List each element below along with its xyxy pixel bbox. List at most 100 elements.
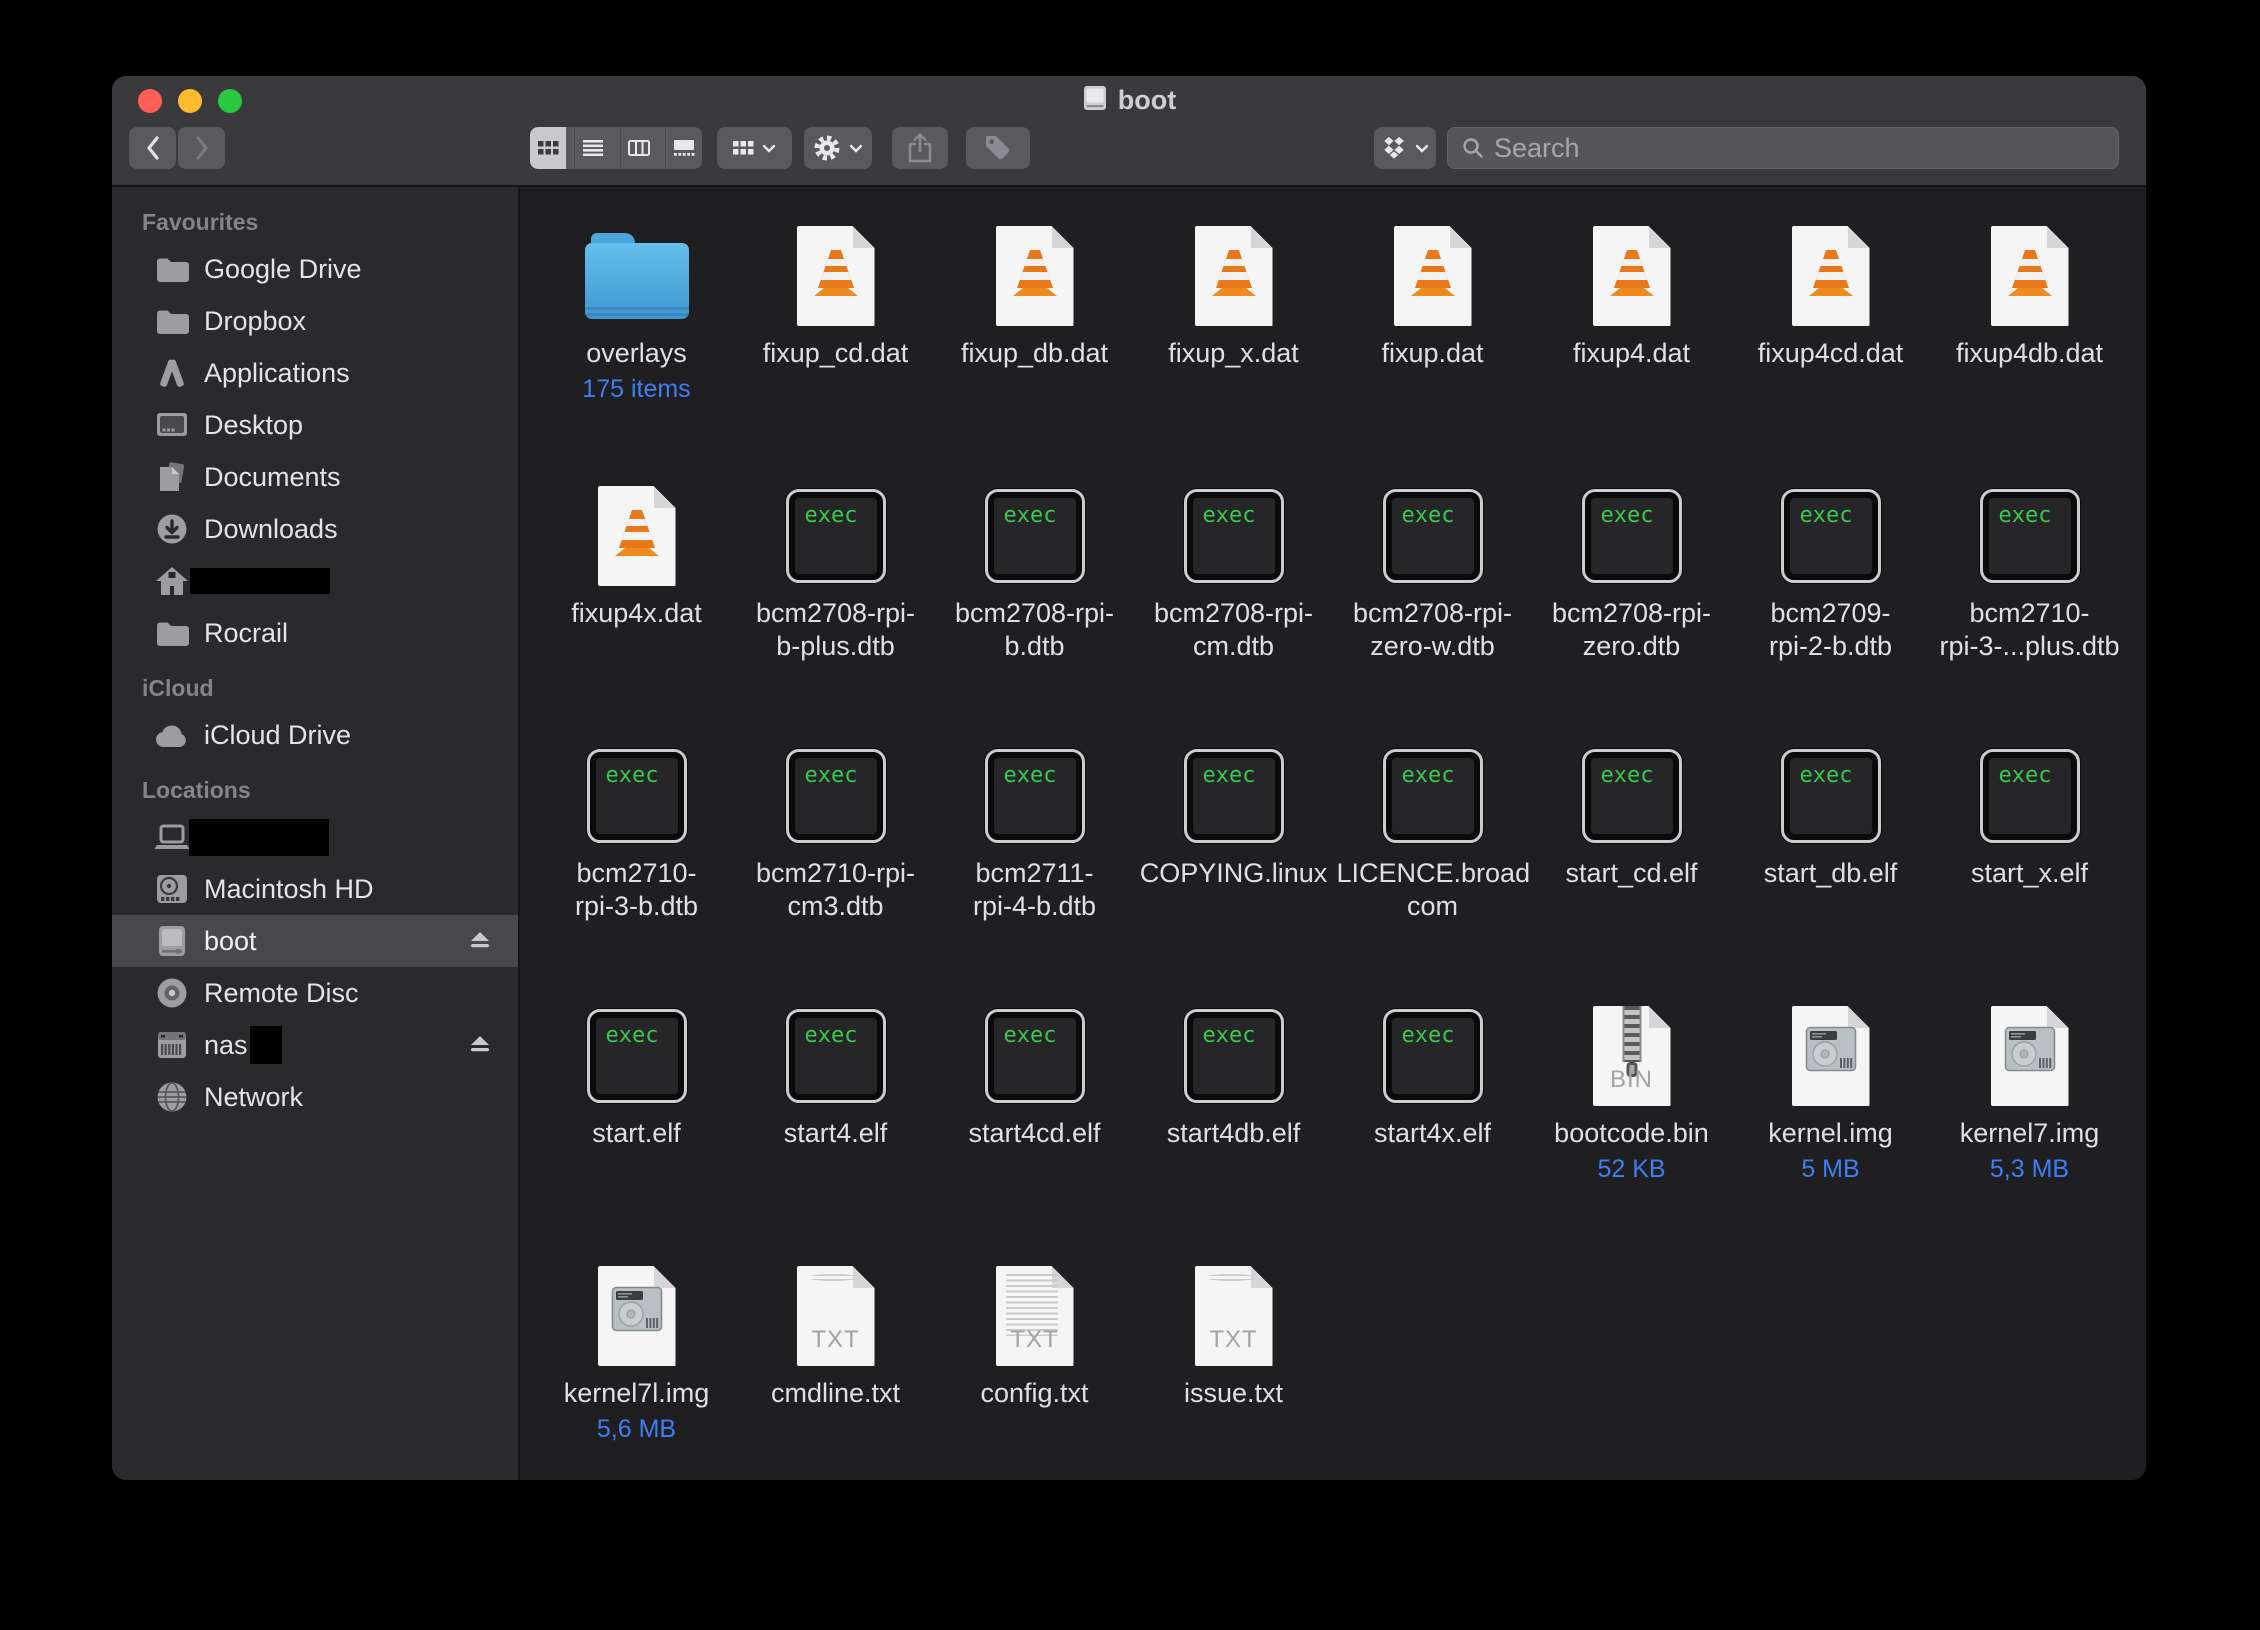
exec-label: exec xyxy=(1392,498,1474,574)
sidebar-item-dropbox[interactable]: Dropbox xyxy=(112,295,518,347)
title-bar[interactable]: boot xyxy=(112,76,2146,187)
file-name: fixup4cd.dat xyxy=(1758,337,1904,370)
sidebar-item-desktop[interactable]: Desktop xyxy=(112,399,518,451)
unix-executable-icon: exec xyxy=(587,735,687,857)
file-item[interactable]: exec bcm2710-rpi-cm3.dtb xyxy=(736,735,935,995)
gallery-view-button[interactable] xyxy=(665,127,702,169)
chevron-right-icon xyxy=(198,138,206,158)
file-item[interactable]: exec bcm2708-rpi-cm.dtb xyxy=(1134,475,1333,735)
file-type-badge: TXT xyxy=(797,1326,875,1354)
file-item[interactable]: exec start4cd.elf xyxy=(935,995,1134,1255)
share-button[interactable] xyxy=(892,127,948,169)
file-item[interactable]: overlays175 items xyxy=(537,215,736,475)
file-item[interactable]: TXT issue.txt xyxy=(1134,1255,1333,1480)
file-item[interactable]: kernel7.img5,3 MB xyxy=(1930,995,2129,1255)
file-item[interactable]: fixup_cd.dat xyxy=(736,215,935,475)
file-type-badge: TXT xyxy=(996,1326,1074,1354)
file-item[interactable]: exec bcm2709-rpi-2-b.dtb xyxy=(1731,475,1930,735)
documents-icon xyxy=(154,459,190,495)
file-item[interactable]: exec start.elf xyxy=(537,995,736,1255)
eject-button[interactable] xyxy=(470,931,490,954)
exec-label: exec xyxy=(994,1018,1076,1094)
sidebar-item-redacted[interactable] xyxy=(112,555,518,607)
sidebar-item-label: Downloads xyxy=(204,514,338,545)
file-item[interactable]: exec bcm2708-rpi-zero-w.dtb xyxy=(1333,475,1532,735)
desktop-icon xyxy=(154,407,190,443)
back-button[interactable] xyxy=(129,127,176,169)
vlc-document-icon xyxy=(1593,215,1671,337)
sidebar-item-remote-disc[interactable]: Remote Disc xyxy=(112,967,518,1019)
sidebar-item-label: iCloud Drive xyxy=(204,720,351,751)
downloads-icon xyxy=(154,511,190,547)
search-input[interactable]: Search xyxy=(1447,127,2119,169)
cloud-icon xyxy=(154,717,190,753)
sidebar-item-nas[interactable]: nas xyxy=(112,1019,518,1071)
file-name: start_db.elf xyxy=(1764,857,1898,890)
applications-icon xyxy=(154,355,190,391)
file-item[interactable]: exec start4db.elf xyxy=(1134,995,1333,1255)
file-item[interactable]: exec bcm2710-rpi-3-b.dtb xyxy=(537,735,736,995)
dropbox-menu-button[interactable] xyxy=(1374,127,1436,169)
unix-executable-icon: exec xyxy=(1781,735,1881,857)
file-item[interactable]: fixup_x.dat xyxy=(1134,215,1333,475)
eject-button[interactable] xyxy=(470,1035,490,1058)
exec-label: exec xyxy=(1193,498,1275,574)
file-item[interactable]: exec start_db.elf xyxy=(1731,735,1930,995)
file-item[interactable]: BIN bootcode.bin52 KB xyxy=(1532,995,1731,1255)
file-item[interactable]: TXT config.txt xyxy=(935,1255,1134,1480)
exec-label: exec xyxy=(596,758,678,834)
file-item[interactable]: fixup.dat xyxy=(1333,215,1532,475)
forward-button[interactable] xyxy=(178,127,225,169)
list-view-button[interactable] xyxy=(574,127,611,169)
unix-executable-icon: exec xyxy=(786,735,886,857)
sidebar-item-label: Macintosh HD xyxy=(204,874,374,905)
tag-button[interactable] xyxy=(966,127,1030,169)
sidebar-item-google-drive[interactable]: Google Drive xyxy=(112,243,518,295)
file-item[interactable]: exec start_cd.elf xyxy=(1532,735,1731,995)
sidebar-item-documents[interactable]: Documents xyxy=(112,451,518,503)
file-name: kernel7.img xyxy=(1960,1117,2100,1150)
sidebar-item-macintosh-hd[interactable]: Macintosh HD xyxy=(112,863,518,915)
exec-label: exec xyxy=(1591,758,1673,834)
sidebar-item-network[interactable]: Network xyxy=(112,1071,518,1123)
file-name: bcm2708-rpi-zero-w.dtb xyxy=(1353,597,1512,663)
file-item[interactable]: exec start4.elf xyxy=(736,995,935,1255)
file-item[interactable]: exec bcm2710-rpi-3-...plus.dtb xyxy=(1930,475,2129,735)
file-item[interactable]: exec COPYING.linux xyxy=(1134,735,1333,995)
group-by-button[interactable] xyxy=(717,127,792,169)
file-item[interactable]: kernel7l.img5,6 MB xyxy=(537,1255,736,1480)
redaction-bar xyxy=(190,568,330,594)
sidebar-item-downloads[interactable]: Downloads xyxy=(112,503,518,555)
sidebar-item-label: Applications xyxy=(204,358,350,389)
sidebar-item-boot[interactable]: boot xyxy=(112,915,518,967)
file-item[interactable]: exec LICENCE.broadcom xyxy=(1333,735,1532,995)
file-item[interactable]: exec start4x.elf xyxy=(1333,995,1532,1255)
file-item[interactable]: exec bcm2711-rpi-4-b.dtb xyxy=(935,735,1134,995)
sidebar-item-rocrail[interactable]: Rocrail xyxy=(112,607,518,659)
file-item[interactable]: exec bcm2708-rpi-b.dtb xyxy=(935,475,1134,735)
unix-executable-icon: exec xyxy=(1980,475,2080,597)
file-item[interactable]: fixup4.dat xyxy=(1532,215,1731,475)
sidebar-item-icloud-drive[interactable]: iCloud Drive xyxy=(112,709,518,761)
icon-view-button[interactable] xyxy=(530,127,566,169)
file-name: bcm2710-rpi-3-b.dtb xyxy=(575,857,698,923)
column-view-button[interactable] xyxy=(620,127,657,169)
sidebar-item-applications[interactable]: Applications xyxy=(112,347,518,399)
file-item[interactable]: exec start_x.elf xyxy=(1930,735,2129,995)
disc-icon xyxy=(154,975,190,1011)
file-name: fixup4x.dat xyxy=(571,597,702,630)
file-item[interactable]: TXT cmdline.txt xyxy=(736,1255,935,1480)
action-menu-button[interactable] xyxy=(804,127,872,169)
sidebar-section-header: iCloud xyxy=(142,675,518,703)
unix-executable-icon: exec xyxy=(1184,735,1284,857)
file-item[interactable]: fixup4db.dat xyxy=(1930,215,2129,475)
file-item[interactable]: exec bcm2708-rpi-b-plus.dtb xyxy=(736,475,935,735)
text-document-icon: TXT xyxy=(797,1255,875,1377)
file-item[interactable]: kernel.img5 MB xyxy=(1731,995,1930,1255)
file-item[interactable]: fixup4cd.dat xyxy=(1731,215,1930,475)
file-item[interactable]: fixup_db.dat xyxy=(935,215,1134,475)
group-icon xyxy=(733,141,754,155)
file-item[interactable]: fixup4x.dat xyxy=(537,475,736,735)
sidebar-item-redacted[interactable] xyxy=(112,811,518,863)
file-item[interactable]: exec bcm2708-rpi-zero.dtb xyxy=(1532,475,1731,735)
